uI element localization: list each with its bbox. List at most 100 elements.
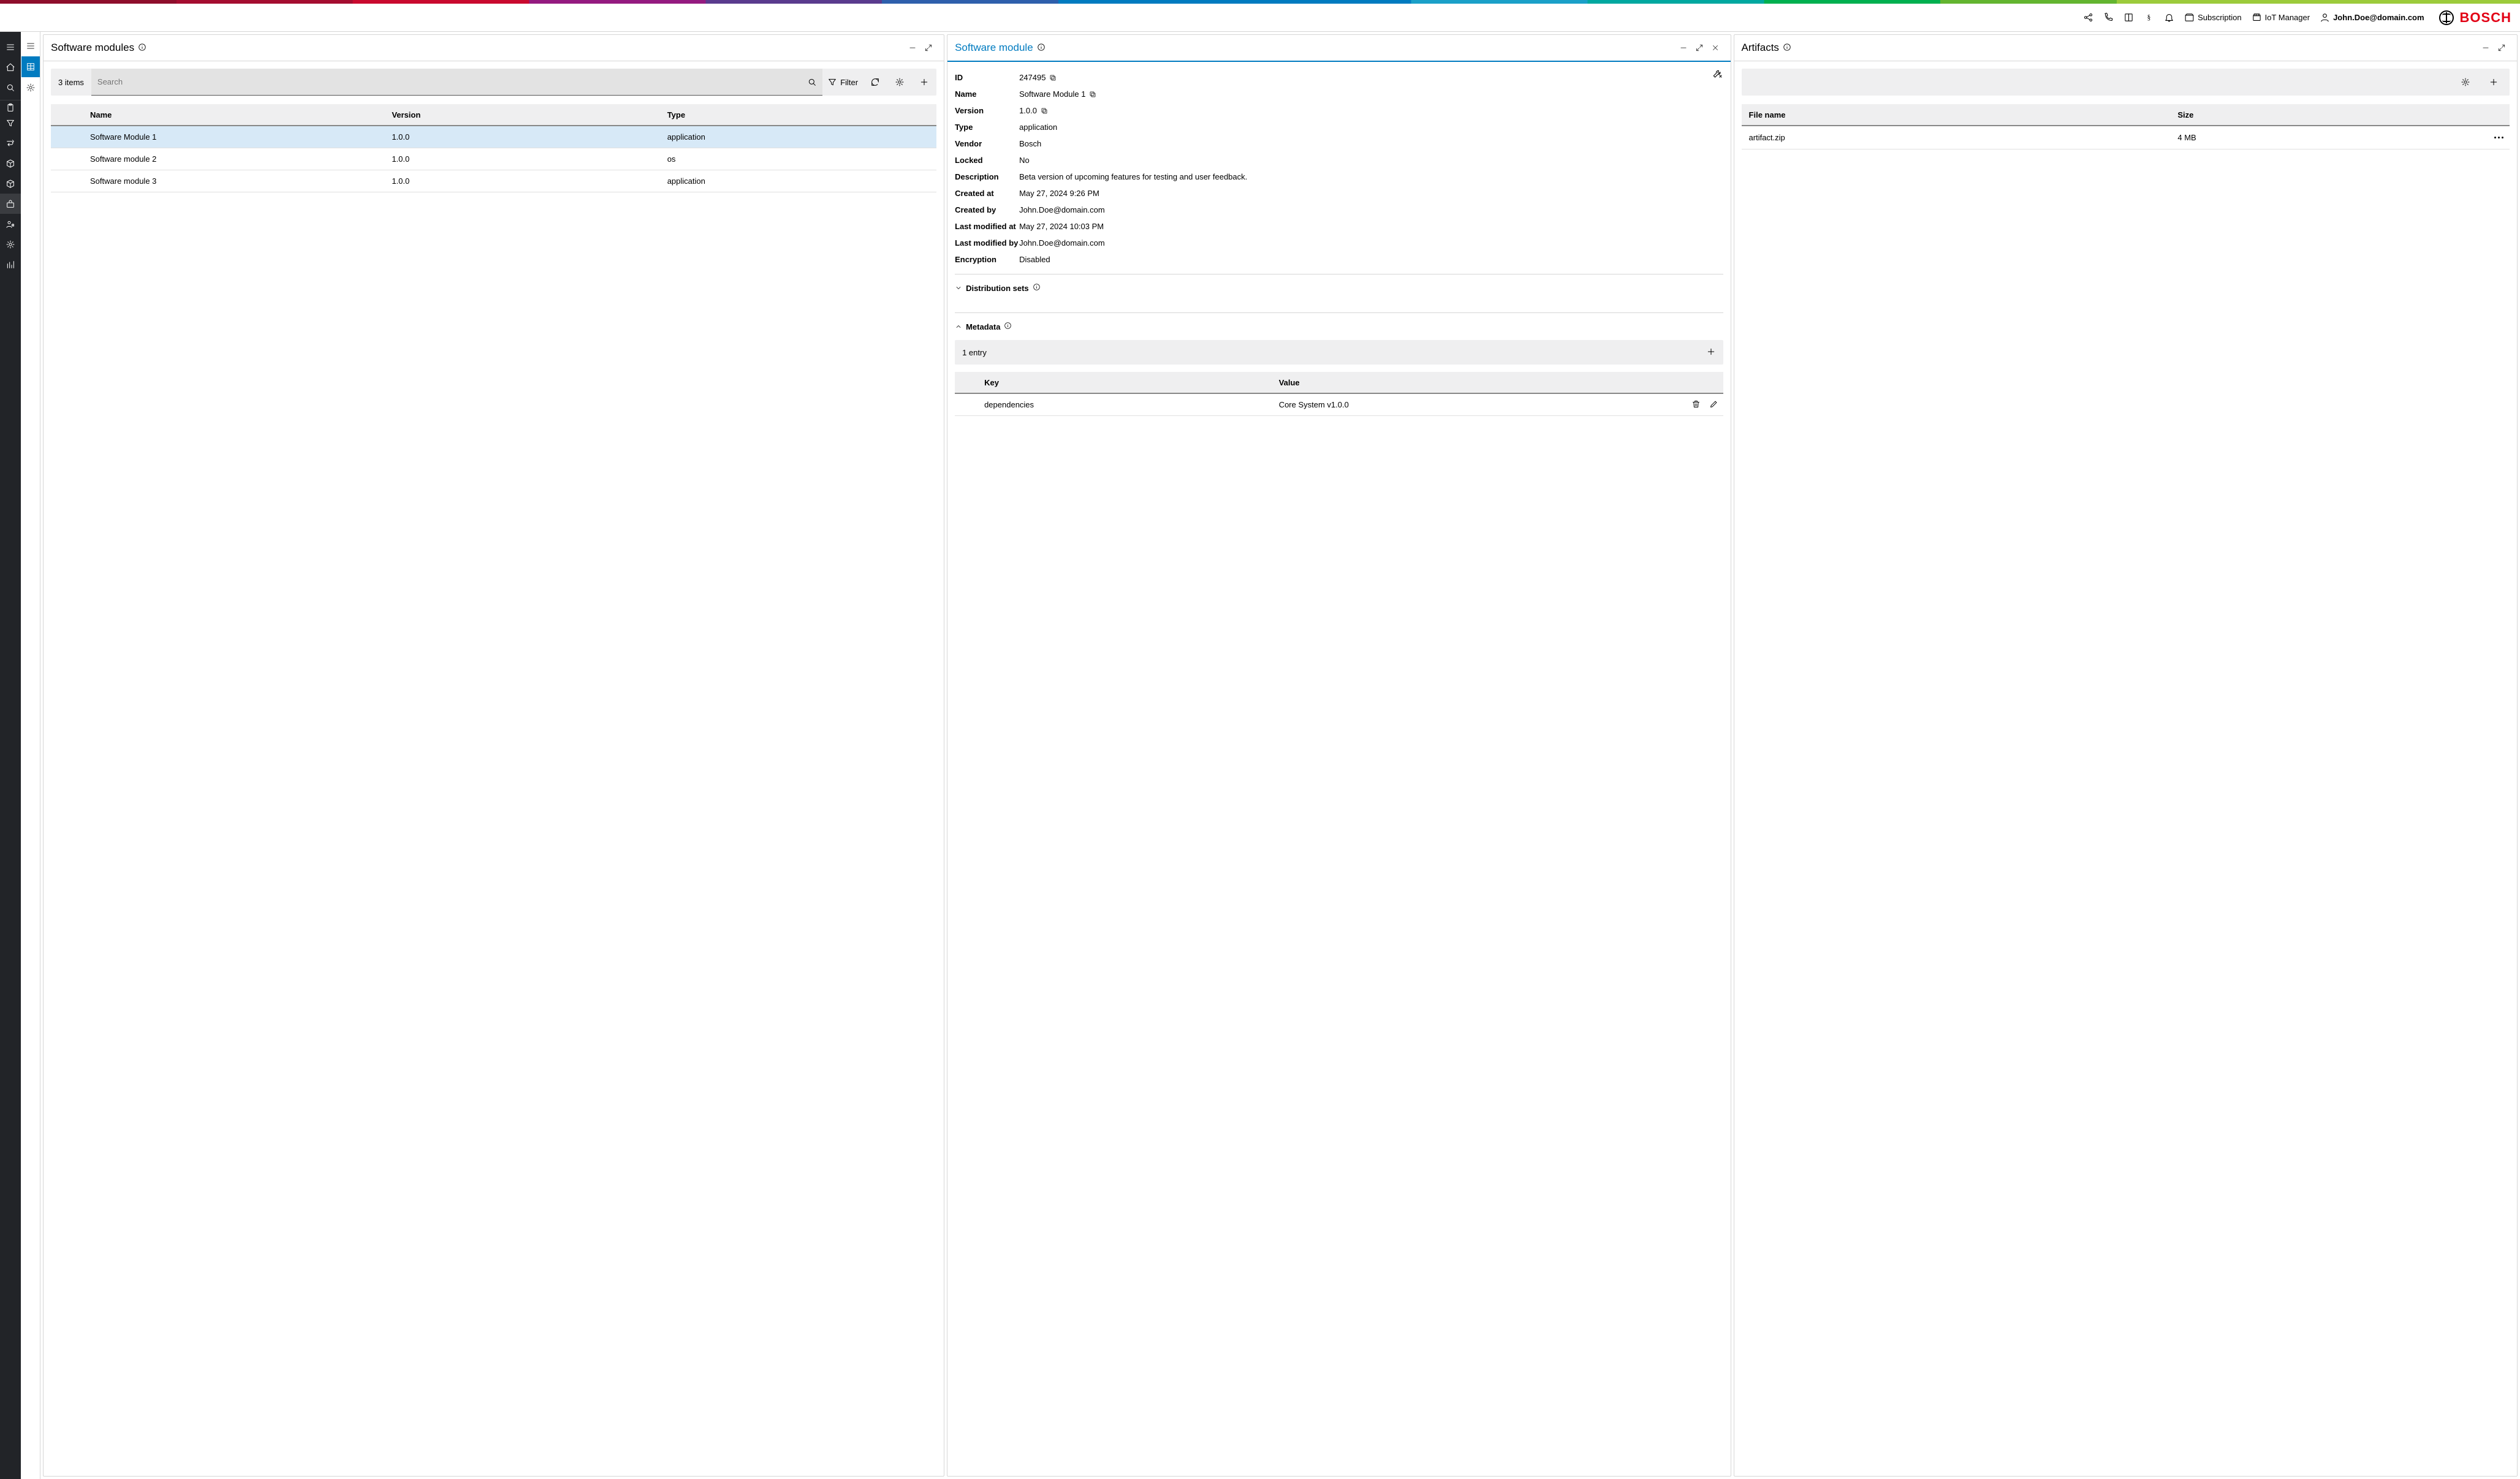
cell-file: artifact.zip (1742, 133, 2172, 142)
metadata-title: Metadata (966, 322, 1000, 331)
search-input[interactable] (91, 69, 802, 95)
label-type: Type (955, 123, 1019, 132)
metadata-table: Key Value dependenciesCore System v1.0.0 (955, 372, 1723, 416)
minimize-icon[interactable] (2478, 40, 2494, 56)
edit-icon[interactable] (1709, 399, 1718, 410)
table-row[interactable]: Software Module 11.0.0application (51, 126, 936, 148)
add-metadata-button[interactable] (1706, 347, 1716, 358)
settings-button[interactable] (2453, 69, 2478, 96)
search-icon[interactable] (802, 77, 822, 87)
share-icon[interactable] (2083, 12, 2093, 23)
table-row[interactable]: Software module 31.0.0application (51, 170, 936, 192)
cell-version: 1.0.0 (385, 176, 661, 186)
chart-icon[interactable] (0, 254, 21, 274)
cell-version: 1.0.0 (385, 154, 661, 164)
minimize-icon[interactable] (905, 40, 920, 56)
cell-type: os (661, 154, 936, 164)
bell-icon[interactable] (2164, 12, 2174, 23)
subscription-label: Subscription (2198, 13, 2242, 22)
home-icon[interactable] (0, 57, 21, 77)
col-version[interactable]: Version (385, 110, 661, 119)
copy-icon[interactable] (1089, 91, 1096, 98)
add-button[interactable] (912, 69, 936, 96)
toolbox-icon[interactable] (0, 194, 21, 214)
user-menu[interactable]: John.Doe@domain.com (2320, 12, 2424, 23)
info-icon[interactable] (1033, 283, 1041, 293)
label-id: ID (955, 73, 1019, 82)
value-id: 247495 (1019, 73, 1046, 82)
metadata-count: 1 entry (962, 348, 987, 357)
subscription-link[interactable]: Subscription (2184, 12, 2242, 23)
filter-button[interactable]: Filter (822, 69, 863, 96)
table-row[interactable]: artifact.zip4 MB (1742, 126, 2510, 149)
more-icon[interactable] (2494, 137, 2503, 138)
person-settings-icon[interactable] (0, 214, 21, 234)
settings-button[interactable] (887, 69, 912, 96)
info-icon[interactable] (1783, 43, 1791, 53)
col-file[interactable]: File name (1742, 110, 2172, 119)
cell-name: Software Module 1 (84, 132, 385, 142)
cell-value: Core System v1.0.0 (1273, 400, 1680, 409)
expand-icon[interactable] (1691, 40, 1707, 56)
copy-icon[interactable] (1049, 74, 1057, 81)
cell-size: 4 MB (2171, 133, 2481, 142)
metadata-toolbar: 1 entry (955, 340, 1723, 365)
iot-manager-link[interactable]: IoT Manager (2252, 12, 2310, 23)
label-modified-at: Last modified at (955, 222, 1019, 231)
clipboard-icon[interactable] (0, 100, 21, 113)
expand-icon[interactable] (920, 40, 936, 56)
cube-icon[interactable] (0, 153, 21, 173)
info-icon[interactable] (1004, 322, 1012, 331)
search-icon[interactable] (0, 77, 21, 97)
filter-label: Filter (840, 78, 858, 87)
route-icon[interactable] (0, 133, 21, 153)
info-icon[interactable] (138, 43, 146, 53)
sub-menu-icon[interactable] (21, 36, 40, 56)
refresh-button[interactable] (863, 69, 887, 96)
book-icon[interactable] (2123, 12, 2134, 23)
paragraph-icon[interactable]: § (2144, 12, 2154, 23)
col-value[interactable]: Value (1273, 378, 1680, 387)
table-row[interactable]: Software module 21.0.0os (51, 148, 936, 170)
add-artifact-button[interactable] (2481, 69, 2506, 96)
label-vendor: Vendor (955, 139, 1019, 148)
phone-icon[interactable] (2103, 12, 2114, 23)
value-vendor: Bosch (1019, 139, 1041, 148)
value-name: Software Module 1 (1019, 89, 1085, 99)
sub-grid-icon[interactable] (21, 56, 40, 77)
software-modules-panel: Software modules 3 items Filter (43, 34, 944, 1477)
panel-title: Software module (955, 42, 1033, 54)
sub-gear-icon[interactable] (21, 77, 40, 98)
item-count: 3 items (51, 78, 91, 87)
col-name[interactable]: Name (84, 110, 385, 119)
col-key[interactable]: Key (978, 378, 1273, 387)
distribution-sets-section[interactable]: Distribution sets (955, 281, 1723, 295)
cell-type: application (661, 176, 936, 186)
delete-icon[interactable] (1691, 399, 1701, 410)
expand-icon[interactable] (2494, 40, 2510, 56)
filter-nav-icon[interactable] (0, 113, 21, 133)
cell-key: dependencies (978, 400, 1273, 409)
cell-name: Software module 3 (84, 176, 385, 186)
cell-name: Software module 2 (84, 154, 385, 164)
value-version: 1.0.0 (1019, 106, 1037, 115)
table-row[interactable]: dependenciesCore System v1.0.0 (955, 394, 1723, 416)
minimize-icon[interactable] (1676, 40, 1691, 56)
tools-icon[interactable] (1712, 68, 1723, 81)
secondary-nav (21, 32, 40, 1479)
metadata-section[interactable]: Metadata (955, 319, 1723, 334)
col-type[interactable]: Type (661, 110, 936, 119)
menu-icon[interactable] (0, 37, 21, 57)
close-icon[interactable] (1707, 40, 1723, 56)
artifacts-table: File name Size artifact.zip4 MB (1742, 104, 2510, 149)
col-size[interactable]: Size (2171, 110, 2481, 119)
label-created-at: Created at (955, 189, 1019, 198)
info-icon[interactable] (1037, 43, 1046, 53)
copy-icon[interactable] (1041, 107, 1048, 115)
value-modified-by: John.Doe@domain.com (1019, 238, 1105, 248)
cell-type: application (661, 132, 936, 142)
gear-icon[interactable] (0, 234, 21, 254)
cube-alt-icon[interactable] (0, 173, 21, 194)
software-module-detail-panel: Software module ID247495 NameSoftware Mo… (947, 34, 1731, 1477)
search-field[interactable] (91, 69, 822, 96)
